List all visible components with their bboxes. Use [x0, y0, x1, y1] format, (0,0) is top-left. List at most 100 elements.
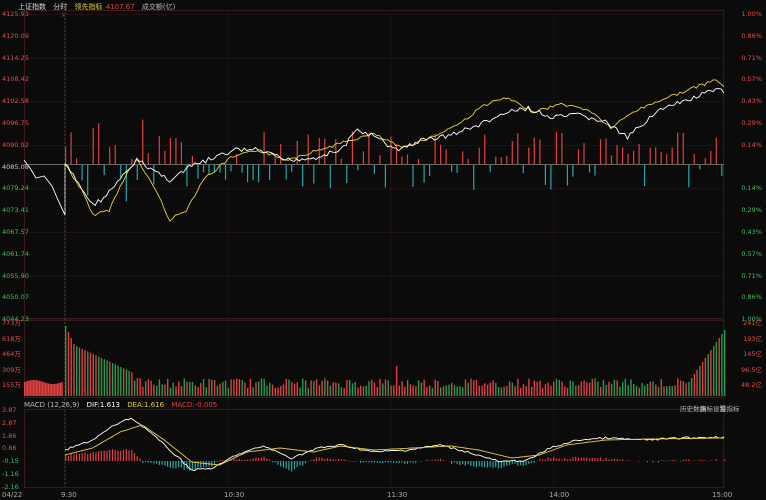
macd-bar: [158, 461, 160, 465]
macd-bar: [219, 459, 221, 461]
macd-value: MACD:-0.005: [171, 401, 218, 409]
macd-bar: [666, 461, 668, 462]
volume-bar: [30, 380, 32, 396]
volume-bar: [406, 380, 409, 396]
strength-bar: [406, 154, 409, 164]
macd-bar: [114, 450, 116, 461]
volume-bar: [271, 384, 274, 396]
volume-bar: [649, 381, 651, 396]
volume-bar: [36, 380, 38, 396]
volume-bar: [701, 362, 704, 396]
strength-bar: [164, 150, 166, 164]
volume-bar: [674, 385, 676, 396]
strength-bar: [462, 151, 464, 164]
macd-title[interactable]: MACD (12,26,9): [24, 401, 79, 409]
volume-bar: [360, 385, 362, 396]
macd-bar: [324, 458, 326, 461]
volume-bar: [45, 382, 47, 396]
switch-indicator-button[interactable]: 换指标: [720, 403, 740, 413]
volume-bar: [462, 387, 464, 396]
volume-bar: [542, 387, 544, 396]
macd-bar: [511, 461, 513, 464]
strength-bar: [357, 165, 359, 171]
volume-bar: [48, 383, 50, 396]
volume-bar: [315, 379, 318, 396]
strength-bar: [136, 165, 138, 180]
price-axis-left-label: 4108.42: [2, 75, 29, 84]
strength-bar: [230, 165, 232, 172]
macd-bar: [682, 460, 684, 461]
macd-bar: [473, 461, 475, 467]
strength-bar: [296, 140, 298, 164]
macd-bar: [255, 457, 257, 461]
strength-bar: [467, 158, 469, 164]
volume-bar: [147, 379, 150, 396]
volume-bar: [459, 386, 461, 396]
volume-bar: [175, 386, 177, 396]
macd-bar: [310, 460, 312, 461]
strength-bar: [70, 132, 72, 164]
macd-bar: [142, 461, 144, 464]
macd-bar: [426, 459, 428, 461]
vol-axis-right-label: 193亿: [743, 334, 762, 343]
macd-bar: [156, 461, 158, 464]
vol-axis-right-label: 96.5亿: [741, 365, 762, 374]
volume-bar: [313, 381, 315, 396]
macd-bar: [456, 461, 458, 464]
volume-bar: [78, 347, 81, 396]
volume-bar: [335, 382, 337, 396]
volume-bar: [150, 380, 152, 396]
macd-bar: [591, 457, 593, 461]
macd-bar: [266, 458, 268, 461]
macd-axis-label: 3.87: [2, 406, 17, 414]
volume-bar: [136, 378, 139, 396]
price-axis-left-label: 4096.75: [2, 119, 29, 127]
vol-axis-right-label: 48.2亿: [741, 381, 762, 389]
volume-bar: [508, 381, 511, 396]
volume-bar: [42, 381, 44, 396]
macd-bar: [561, 459, 563, 461]
volume-bar: [520, 388, 522, 396]
volume-bar: [533, 380, 536, 396]
volume-bar: [610, 383, 613, 396]
macd-bar: [610, 459, 613, 461]
macd-bar: [147, 461, 149, 463]
strength-bar: [561, 133, 563, 164]
macd-bar: [169, 461, 171, 468]
volume-bar: [302, 378, 304, 396]
macd-bar: [354, 461, 356, 462]
volume-bar: [525, 386, 527, 396]
volume-bar: [37, 380, 39, 396]
macd-bar: [150, 461, 152, 463]
strength-bar: [539, 139, 541, 164]
volume-bar: [613, 379, 616, 396]
macd-bar: [657, 461, 659, 463]
macd-bar: [307, 461, 309, 462]
chart-canvas[interactable]: [0, 0, 766, 500]
volume-bar: [202, 379, 205, 396]
macd-bar: [258, 457, 260, 461]
strength-bar: [362, 151, 364, 164]
volume-bar: [274, 387, 276, 396]
volume-bar: [622, 382, 624, 396]
price-axis-right-label: 0.29%: [741, 119, 762, 127]
macd-bar: [244, 459, 246, 461]
strength-bar: [401, 156, 403, 164]
volume-bar: [412, 385, 414, 396]
macd-bar: [393, 461, 395, 463]
volume-bar: [517, 378, 519, 396]
strength-bar: [307, 134, 309, 164]
strength-bar: [81, 165, 83, 181]
macd-bar: [508, 461, 511, 466]
macd-bar: [583, 457, 585, 461]
strength-bar: [434, 133, 436, 164]
volume-bar: [139, 378, 141, 396]
volume-bar: [183, 378, 185, 396]
macd-bar: [387, 461, 389, 463]
volume-bar: [707, 354, 709, 396]
price-axis-right-label: 0.71%: [741, 53, 762, 62]
volume-bar: [60, 382, 62, 396]
strength-bar: [324, 138, 326, 164]
volume-bar: [464, 379, 467, 396]
volume-bar: [511, 382, 514, 396]
